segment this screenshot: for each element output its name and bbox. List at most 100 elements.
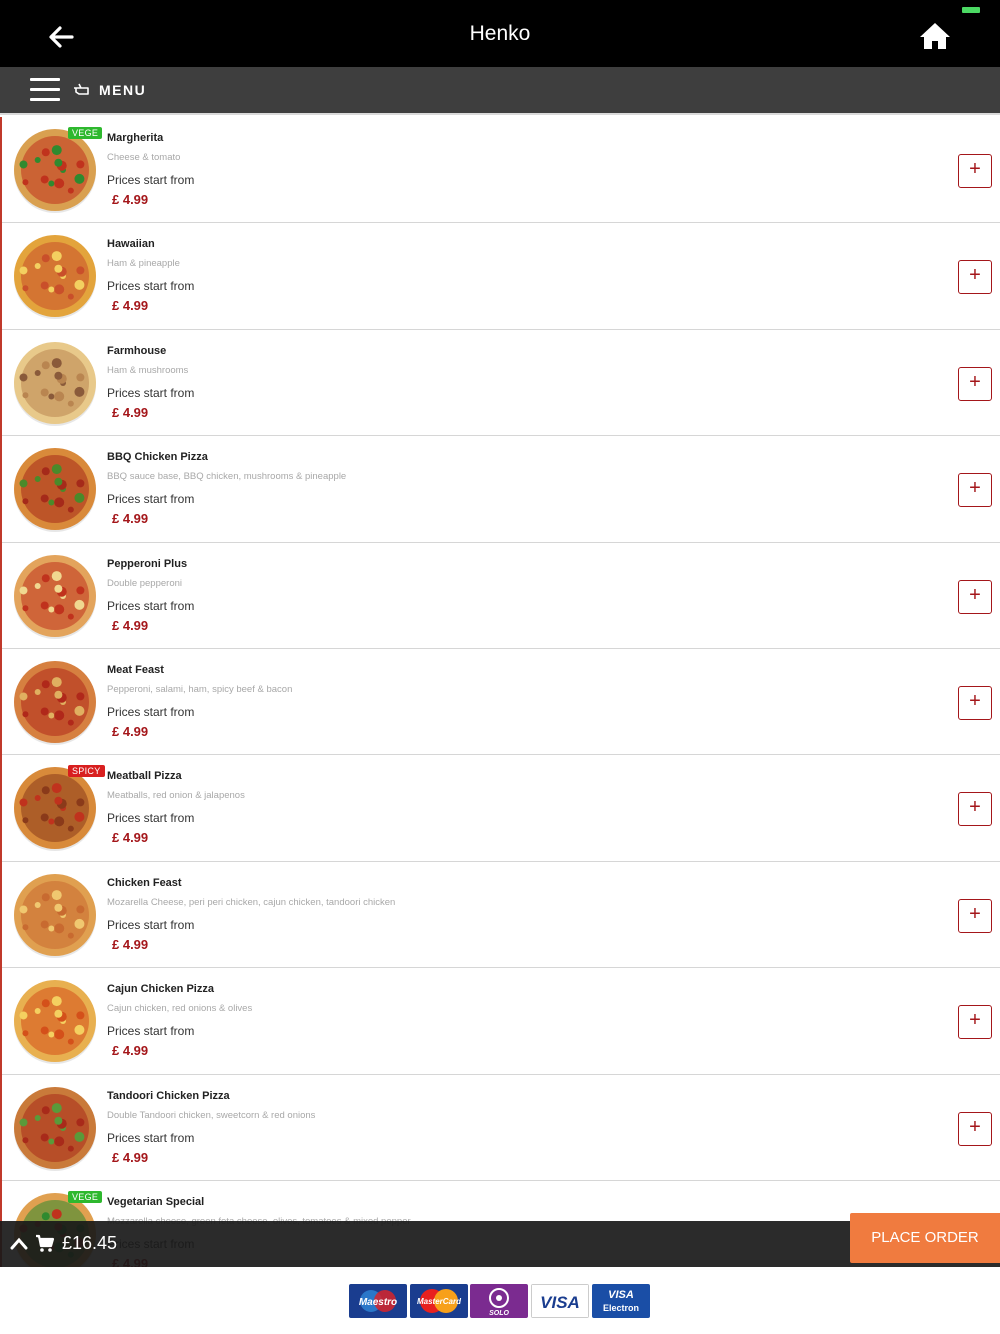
item-price: £ 4.99 bbox=[112, 298, 149, 314]
pizza-image bbox=[14, 980, 96, 1065]
item-description: Meatballs, red onion & jalapenos bbox=[107, 790, 245, 802]
item-name: BBQ Chicken Pizza bbox=[107, 451, 208, 464]
menu-item[interactable]: Cajun Chicken Pizza Cajun chicken, red o… bbox=[2, 968, 1000, 1075]
pizza-image bbox=[14, 873, 96, 958]
item-description: BBQ sauce base, BBQ chicken, mushrooms &… bbox=[107, 471, 347, 483]
price-prefix: Prices start from bbox=[107, 917, 195, 932]
mastercard-logo: MasterCard bbox=[410, 1284, 468, 1318]
hamburger-menu-icon[interactable] bbox=[30, 78, 60, 102]
item-name: Margherita bbox=[107, 132, 164, 144]
menu-item[interactable]: Meat Feast Pepperoni, salami, ham, spicy… bbox=[2, 648, 1000, 756]
pizza-image bbox=[14, 129, 96, 213]
maestro-logo: Maestro bbox=[349, 1284, 407, 1318]
place-order-button[interactable]: PLACE ORDER bbox=[850, 1213, 1000, 1263]
price-prefix: Prices start from bbox=[107, 385, 195, 400]
add-to-cart-button[interactable]: + bbox=[958, 579, 992, 614]
spicy-badge: SPICY bbox=[68, 765, 105, 778]
solo-logo: SOLO bbox=[470, 1284, 528, 1318]
item-description: Double Tandoori chicken, sweetcorn & red… bbox=[107, 1109, 316, 1121]
pointing-hand-icon bbox=[74, 83, 89, 95]
item-description: Ham & pineapple bbox=[107, 258, 180, 270]
svg-text:VISA: VISA bbox=[608, 1289, 634, 1301]
menu-item[interactable]: Pepperoni Plus Double pepperoni Prices s… bbox=[2, 542, 1000, 649]
item-name: Chicken Feast bbox=[107, 876, 182, 889]
svg-text:Electron: Electron bbox=[603, 1303, 639, 1313]
add-to-cart-button[interactable]: + bbox=[958, 792, 992, 827]
pizza-image bbox=[14, 767, 96, 852]
visa-electron-logo: VISA Electron bbox=[592, 1284, 650, 1318]
item-description: Pepperoni, salami, ham, spicy beef & bac… bbox=[107, 683, 293, 695]
mastercard-logo-text: MasterCard bbox=[417, 1297, 462, 1306]
price-prefix: Prices start from bbox=[107, 1130, 195, 1145]
price-prefix: Prices start from bbox=[107, 811, 195, 826]
price-prefix: Prices start from bbox=[107, 492, 195, 507]
home-icon[interactable] bbox=[918, 20, 952, 52]
menu-item[interactable]: Chicken Feast Mozarella Cheese, peri per… bbox=[2, 861, 1000, 969]
price-prefix: Prices start from bbox=[107, 1024, 195, 1039]
menu-bar: MENU bbox=[0, 67, 1000, 115]
item-description: Cheese & tomato bbox=[107, 152, 181, 163]
pizza-image bbox=[14, 341, 96, 426]
item-name: Cajun Chicken Pizza bbox=[107, 983, 214, 996]
vege-badge: VEGE bbox=[68, 127, 103, 139]
cart-total: £16.45 bbox=[62, 1233, 118, 1253]
price-prefix: Prices start from bbox=[107, 704, 195, 719]
item-name: Pepperoni Plus bbox=[107, 557, 188, 570]
price-prefix: Prices start from bbox=[107, 279, 195, 294]
item-description: Ham & mushrooms bbox=[107, 364, 189, 376]
pizza-image bbox=[14, 660, 96, 745]
menu-item[interactable]: Farmhouse Ham & mushrooms Prices start f… bbox=[2, 329, 1000, 437]
price-prefix: Prices start from bbox=[107, 598, 195, 613]
add-to-cart-button[interactable]: + bbox=[958, 473, 992, 508]
item-name: Meatball Pizza bbox=[107, 770, 182, 783]
app-screen: Henko MENU VEGE Margherita Cheese & toma… bbox=[0, 0, 1000, 1334]
visa-logo-text: VISA bbox=[540, 1293, 580, 1312]
menu-item[interactable]: BBQ Chicken Pizza BBQ sauce base, BBQ ch… bbox=[2, 436, 1000, 543]
item-description: Double pepperoni bbox=[107, 577, 183, 589]
menu-item[interactable]: SPICY Meatball Pizza Meatballs, red onio… bbox=[2, 755, 1000, 862]
add-to-cart-button[interactable]: + bbox=[958, 366, 992, 401]
add-to-cart-button[interactable]: + bbox=[958, 154, 992, 188]
item-price: £ 4.99 bbox=[112, 1149, 149, 1165]
add-to-cart-button[interactable]: + bbox=[958, 260, 992, 295]
item-name: Tandoori Chicken Pizza bbox=[107, 1089, 230, 1102]
cart-icon[interactable] bbox=[35, 1233, 55, 1253]
menu-item[interactable]: Hawaiian Ham & pineapple Prices start fr… bbox=[2, 223, 1000, 330]
top-bar: Henko bbox=[0, 0, 1000, 67]
pizza-image bbox=[14, 235, 96, 320]
item-name: Hawaiian bbox=[107, 238, 155, 251]
item-price: £ 4.99 bbox=[112, 511, 149, 527]
pizza-image bbox=[14, 1086, 96, 1171]
item-price: £ 4.99 bbox=[112, 617, 149, 633]
pizza-image bbox=[14, 448, 96, 533]
solo-logo-text: SOLO bbox=[489, 1310, 509, 1317]
menu-item-list: VEGE Margherita Cheese & tomato Prices s… bbox=[0, 117, 1000, 1267]
vege-badge: VEGE bbox=[68, 1190, 103, 1203]
pizza-image bbox=[14, 554, 96, 639]
payment-methods: Maestro MasterCard SOLO VISA VISA Electro… bbox=[0, 1267, 1000, 1334]
add-to-cart-button[interactable]: + bbox=[958, 1005, 992, 1040]
item-price: £ 4.99 bbox=[112, 192, 149, 207]
item-price: £ 4.99 bbox=[112, 830, 149, 846]
menu-label[interactable]: MENU bbox=[99, 82, 146, 98]
battery-indicator-icon bbox=[962, 7, 980, 13]
item-description: Cajun chicken, red onions & olives bbox=[107, 1003, 253, 1015]
add-to-cart-button[interactable]: + bbox=[958, 1111, 992, 1146]
add-to-cart-button[interactable]: + bbox=[958, 898, 992, 933]
visa-logo: VISA bbox=[531, 1284, 589, 1318]
item-name: Vegetarian Special bbox=[107, 1195, 205, 1208]
chevron-up-icon[interactable] bbox=[10, 1236, 28, 1250]
item-description: Mozarella Cheese, peri peri chicken, caj… bbox=[107, 896, 396, 908]
item-price: £ 4.99 bbox=[112, 1043, 149, 1059]
item-name: Meat Feast bbox=[107, 663, 164, 676]
page-title: Henko bbox=[469, 22, 531, 45]
menu-item[interactable]: Tandoori Chicken Pizza Double Tandoori c… bbox=[2, 1074, 1000, 1181]
price-prefix: Prices start from bbox=[107, 173, 195, 187]
item-price: £ 4.99 bbox=[112, 404, 149, 420]
add-to-cart-button[interactable]: + bbox=[958, 685, 992, 720]
item-price: £ 4.99 bbox=[112, 936, 149, 952]
item-price: £ 4.99 bbox=[112, 723, 149, 739]
maestro-logo-text: Maestro bbox=[359, 1297, 397, 1308]
menu-item[interactable]: VEGE Margherita Cheese & tomato Prices s… bbox=[2, 117, 1000, 224]
item-name: Farmhouse bbox=[107, 344, 167, 357]
